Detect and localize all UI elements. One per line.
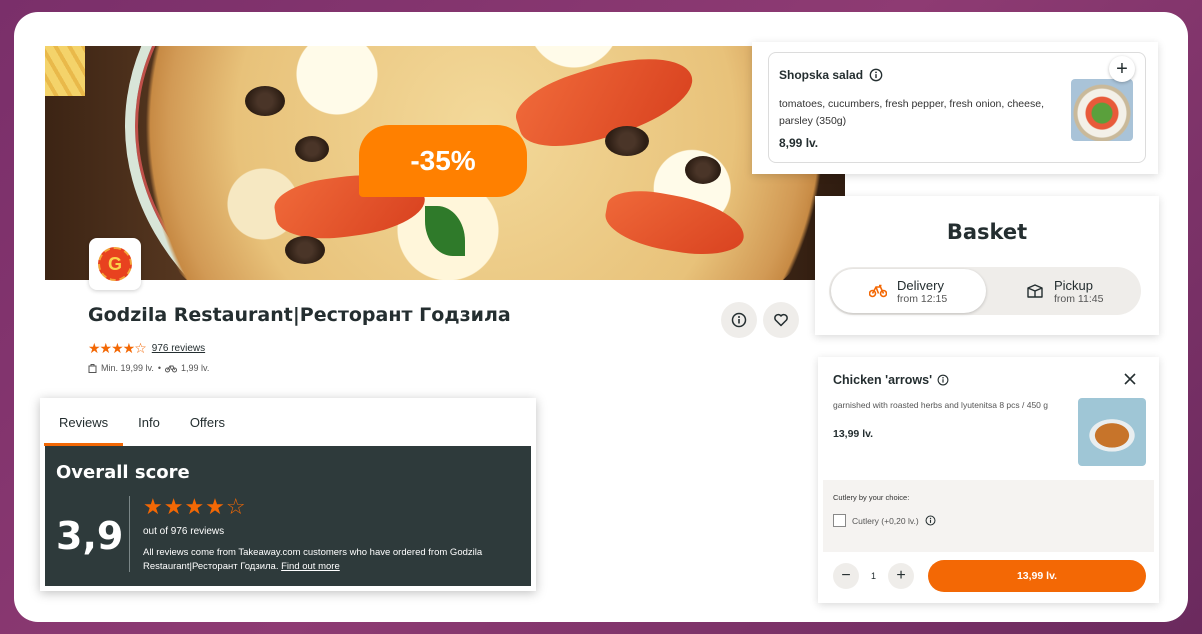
reviews-note: All reviews come from Takeaway.com custo… bbox=[143, 546, 523, 574]
discount-badge: -35% bbox=[359, 125, 527, 197]
mushroom bbox=[605, 126, 649, 156]
add-to-basket-button[interactable]: 13,99 lv. bbox=[928, 560, 1146, 592]
chicken-item-modal: Chicken 'arrows' garnished with roasted … bbox=[818, 357, 1159, 603]
min-order: Min. 19,99 lv. bbox=[101, 363, 154, 373]
cutlery-option[interactable]: Cutlery (+0,20 lv.) bbox=[833, 514, 936, 527]
delivery-label: Delivery bbox=[897, 277, 944, 293]
score-stars: ★★★★☆ bbox=[143, 494, 247, 519]
overall-score-title: Overall score bbox=[56, 462, 190, 483]
cutlery-checkbox[interactable] bbox=[833, 514, 846, 527]
bag-icon bbox=[88, 364, 97, 373]
mushroom bbox=[285, 236, 325, 264]
bag-icon bbox=[1027, 284, 1043, 298]
cutlery-section: Cutlery by your choice: Cutlery (+0,20 l… bbox=[823, 480, 1154, 552]
favorite-button[interactable] bbox=[763, 302, 799, 338]
decrease-quantity-button[interactable]: − bbox=[833, 563, 859, 589]
pickup-option[interactable]: Pickup from 11:45 bbox=[986, 269, 1141, 313]
find-out-more-link[interactable]: Find out more bbox=[281, 561, 340, 572]
basket-card: Basket Delivery from 12:15 Pickup from 1… bbox=[815, 196, 1159, 335]
plus-icon: + bbox=[1116, 57, 1128, 80]
close-icon bbox=[1124, 373, 1136, 385]
chicken-title: Chicken 'arrows' bbox=[833, 373, 933, 387]
rating-row: ★★★★☆ 976 reviews bbox=[88, 340, 205, 357]
menu-item-shopska[interactable]: Shopska salad tomatoes, cucumbers, fresh… bbox=[768, 52, 1146, 163]
shopska-description: tomatoes, cucumbers, fresh pepper, fresh… bbox=[779, 98, 1044, 127]
overall-score-value: 3,9 bbox=[56, 514, 124, 558]
rating-stars: ★★★★☆ bbox=[88, 340, 147, 356]
delivery-time: from 12:15 bbox=[897, 292, 948, 305]
delivery-fee: 1,99 lv. bbox=[181, 363, 210, 373]
cutlery-option-label: Cutlery (+0,20 lv.) bbox=[852, 515, 919, 526]
delivery-toggle: Delivery from 12:15 Pickup from 11:45 bbox=[829, 267, 1141, 315]
restaurant-logo: G bbox=[89, 238, 141, 290]
meta-separator: • bbox=[157, 363, 162, 373]
basket-title: Basket bbox=[946, 220, 1028, 244]
hero-pizza-image: -35% bbox=[45, 46, 845, 280]
tab-offers[interactable]: Offers bbox=[175, 398, 240, 446]
reviews-link[interactable]: 976 reviews bbox=[152, 343, 205, 354]
restaurant-meta: Min. 19,99 lv. • 1,99 lv. bbox=[88, 363, 209, 373]
shopska-card: Shopska salad tomatoes, cucumbers, fresh… bbox=[752, 42, 1158, 174]
mushroom bbox=[245, 86, 285, 116]
tab-info[interactable]: Info bbox=[123, 398, 175, 446]
shopska-image bbox=[1071, 79, 1133, 141]
review-count: out of 976 reviews bbox=[143, 526, 225, 537]
logo-mark: G bbox=[98, 247, 132, 281]
quantity-value: 1 bbox=[871, 571, 877, 581]
add-item-button[interactable]: + bbox=[1109, 56, 1135, 82]
bike-icon bbox=[869, 284, 887, 298]
increase-quantity-button[interactable]: + bbox=[888, 563, 915, 589]
pickup-label: Pickup bbox=[1054, 277, 1094, 293]
bike-icon bbox=[165, 365, 178, 372]
mushroom bbox=[295, 136, 329, 162]
quantity-stepper: − 1 + bbox=[833, 563, 915, 589]
modal-title: Chicken 'arrows' bbox=[833, 373, 949, 387]
delivery-text: Delivery from 12:15 bbox=[897, 278, 947, 305]
chicken-description: garnished with roasted herbs and lyuteni… bbox=[833, 400, 1048, 410]
tab-reviews[interactable]: Reviews bbox=[44, 398, 124, 446]
menu-item-title: Shopska salad bbox=[779, 68, 883, 82]
info-button[interactable] bbox=[721, 302, 757, 338]
close-button[interactable] bbox=[1124, 369, 1136, 390]
chicken-image bbox=[1078, 398, 1146, 466]
info-icon bbox=[731, 312, 747, 328]
shopska-title: Shopska salad bbox=[779, 68, 864, 82]
shopska-price: 8,99 lv. bbox=[779, 136, 819, 150]
fries-decoration bbox=[45, 46, 85, 96]
pickup-text: Pickup from 11:45 bbox=[1054, 278, 1103, 305]
info-icon[interactable] bbox=[937, 374, 949, 386]
reviews-card: Reviews Info Offers Overall score 3,9 ★★… bbox=[40, 398, 536, 591]
overall-score-panel: Overall score 3,9 ★★★★☆ out of 976 revie… bbox=[45, 446, 531, 586]
restaurant-name: Godzila Restaurant|Ресторант Годзила bbox=[88, 304, 511, 326]
reviews-tabs: Reviews Info Offers bbox=[40, 398, 536, 446]
info-icon[interactable] bbox=[925, 515, 936, 526]
heart-icon bbox=[774, 313, 788, 327]
delivery-option[interactable]: Delivery from 12:15 bbox=[831, 269, 986, 313]
chicken-price: 13,99 lv. bbox=[833, 428, 874, 440]
cutlery-label: Cutlery by your choice: bbox=[833, 493, 910, 502]
page-canvas: -35% G Godzila Restaurant|Ресторант Годз… bbox=[14, 12, 1188, 622]
pickup-time: from 11:45 bbox=[1054, 292, 1104, 305]
mushroom bbox=[685, 156, 721, 184]
score-divider bbox=[129, 496, 130, 572]
info-icon[interactable] bbox=[869, 68, 883, 82]
